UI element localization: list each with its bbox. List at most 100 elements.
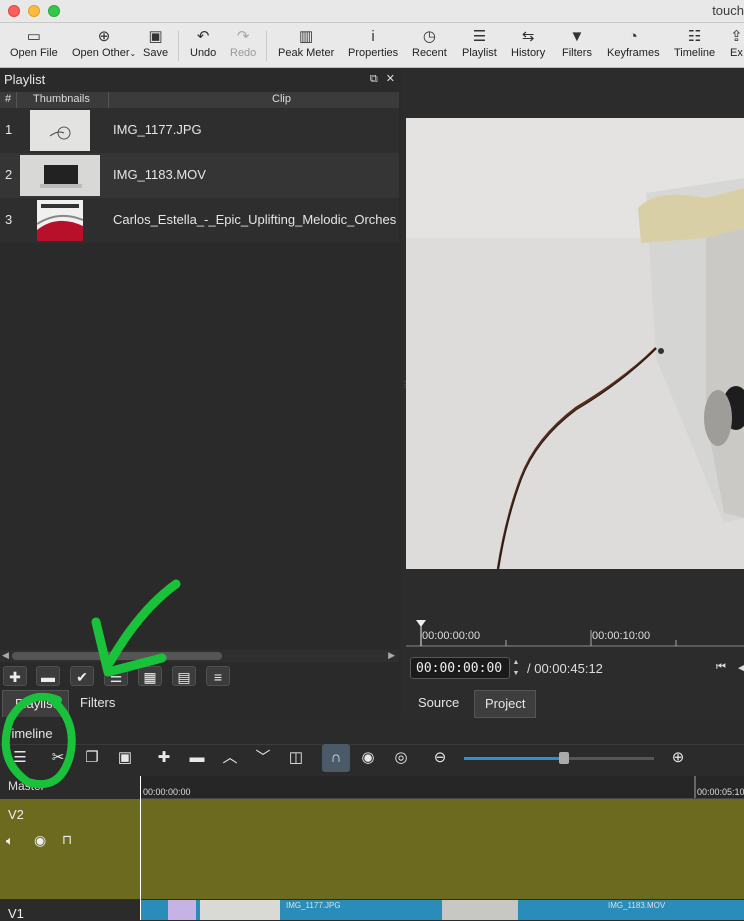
ruler-label-10s: 00:00:10:00 — [592, 630, 651, 642]
history-button[interactable]: ⇆ History — [511, 27, 545, 59]
eye-icon: ◉ — [361, 749, 375, 766]
spin-down-icon[interactable]: ▼ — [510, 668, 522, 679]
open-other-button[interactable]: ⊕ Open Other⌄ — [72, 27, 136, 59]
zoom-in-icon: ⊕ — [671, 749, 685, 766]
timeline-ruler-label-later: 00:00:05:10 — [697, 787, 744, 797]
clip-thumbnail — [20, 155, 100, 196]
recent-button[interactable]: ◷ Recent — [412, 27, 447, 59]
clock-icon: ◷ — [422, 28, 436, 45]
funnel-icon: ▼ — [569, 28, 585, 45]
undo-button[interactable]: ↶ Undo — [190, 27, 216, 59]
playlist-title: Playlist — [4, 72, 46, 87]
keyframes-button[interactable]: ◔ Keyframes — [607, 27, 660, 59]
save-icon: ▣ — [148, 28, 163, 45]
lock-icon[interactable]: ⊓ — [62, 832, 72, 848]
toolbar-separator — [178, 31, 179, 61]
export-button[interactable]: ⇪ Ex — [730, 27, 743, 59]
zoom-slider-handle[interactable] — [559, 752, 569, 764]
snap-button[interactable]: ∩ — [322, 744, 350, 772]
timeline-ruler[interactable]: 00:00:00:00 00:00:05:10 — [140, 776, 744, 799]
zoom-out-button[interactable]: ⊖ — [426, 744, 454, 772]
spin-up-icon[interactable]: ▲ — [510, 657, 522, 668]
timeline-ruler-ticks — [694, 776, 696, 798]
close-window-button[interactable] — [8, 5, 20, 17]
timecode-field[interactable]: 00:00:00:00 — [410, 657, 510, 679]
undo-icon: ↶ — [196, 28, 210, 45]
v1-clip-label-1: IMG_1177.JPG — [286, 901, 341, 910]
playlist-row[interactable]: 2 IMG_1183.MOV — [0, 153, 399, 198]
list-icon: ☰ — [472, 28, 487, 45]
zoom-in-button[interactable]: ⊕ — [664, 744, 692, 772]
panel-controls: ⧉ ✕ — [362, 72, 395, 86]
track-name-v1: V1 — [8, 906, 24, 921]
column-number[interactable]: # — [5, 93, 11, 105]
scroll-right-arrow-icon[interactable]: ▶ — [388, 650, 395, 661]
ripple-button[interactable]: ◎ — [387, 744, 415, 772]
tab-source[interactable]: Source — [408, 690, 469, 716]
info-icon: i — [371, 28, 375, 45]
chevron-down-icon: ﹀ — [255, 749, 271, 766]
track-v1[interactable]: IMG_1177.JPG IMG_1183.MOV — [140, 900, 744, 920]
split-button[interactable]: ◫ — [282, 744, 310, 772]
video-frame — [406, 118, 744, 569]
scrub-button[interactable]: ◉ — [354, 744, 382, 772]
playlist-menu-button[interactable]: ≡ — [206, 666, 230, 686]
properties-button[interactable]: i Properties — [348, 27, 398, 59]
playlist-button[interactable]: ☰ Playlist — [462, 27, 497, 59]
zoom-slider-fill — [464, 757, 564, 760]
v1-clip-label-2: IMG_1183.MOV — [608, 901, 666, 910]
minimize-window-button[interactable] — [28, 5, 40, 17]
history-icon: ⇆ — [521, 28, 535, 45]
peak-meter-button[interactable]: ▥ Peak Meter — [278, 27, 334, 59]
ruler-label-start: 00:00:00:00 — [422, 630, 481, 642]
magnet-icon: ∩ — [330, 749, 342, 766]
window-title: touch — [712, 3, 744, 18]
rewind-icon[interactable]: ◀ — [738, 661, 744, 674]
window-titlebar: touch — [0, 0, 744, 23]
clip-thumbnail-strip — [442, 900, 518, 920]
track-v2[interactable]: V2 🔈︎ ◉ ⊓ — [0, 799, 744, 899]
float-panel-icon[interactable]: ⧉ — [370, 73, 378, 85]
clip-thumbnail-strip — [200, 900, 280, 920]
save-button[interactable]: ▣ Save — [143, 27, 168, 59]
open-other-icon: ⊕ — [97, 28, 111, 45]
panel-splitter[interactable]: ⋮ — [401, 380, 409, 410]
main-toolbar: ▭ Open File ⊕ Open Other⌄ ▣ Save ↶ Undo … — [0, 23, 744, 68]
tab-project[interactable]: Project — [474, 690, 537, 718]
zoom-window-button[interactable] — [48, 5, 60, 17]
toolbar-separator — [266, 31, 267, 61]
timeline-icon: ☷ — [687, 28, 702, 45]
split-icon: ◫ — [288, 749, 304, 766]
total-duration: / 00:00:45:12 — [527, 661, 603, 676]
redo-button[interactable]: ↷ Redo — [230, 27, 256, 59]
transition-clip[interactable] — [168, 900, 196, 920]
close-panel-icon[interactable]: ✕ — [386, 73, 395, 85]
playlist-header: # Thumbnails Clip — [0, 92, 399, 109]
annotation-overlay — [1, 579, 181, 789]
redo-icon: ↷ — [236, 28, 250, 45]
peak-meter-icon: ▥ — [299, 28, 314, 45]
clip-thumbnail — [30, 110, 90, 151]
ripple-icon: ◎ — [394, 749, 408, 766]
zoom-out-icon: ⊖ — [433, 749, 447, 766]
menu-icon: ≡ — [213, 669, 223, 685]
mute-icon[interactable]: 🔈︎ — [6, 833, 14, 849]
filters-button[interactable]: ▼ Filters — [562, 27, 592, 59]
eye-icon[interactable]: ◉ — [34, 832, 46, 849]
zoom-slider[interactable] — [464, 752, 654, 764]
chevron-up-icon: ︿ — [222, 749, 238, 766]
skip-to-start-icon[interactable]: ⏮ — [716, 661, 726, 674]
playlist-row[interactable]: 1 IMG_1177.JPG — [0, 108, 399, 153]
clip-thumbnail — [37, 200, 83, 241]
track-header-v1[interactable]: V1 — [0, 900, 140, 921]
column-thumbnails[interactable]: Thumbnails — [33, 93, 90, 105]
lift-button[interactable]: ︿ — [216, 744, 244, 772]
timecode-spinner[interactable]: ▲ ▼ — [510, 657, 522, 679]
playlist-row[interactable]: 3 Carlos_Estella_-_Epic_Uplifting_Melodi… — [0, 198, 399, 243]
overwrite-button[interactable]: ﹀ — [249, 744, 277, 772]
folder-icon: ▭ — [26, 28, 41, 45]
viewer-ruler[interactable]: 00:00:00:00 00:00:10:00 — [406, 618, 744, 648]
open-file-button[interactable]: ▭ Open File — [10, 27, 58, 59]
timeline-button[interactable]: ☷ Timeline — [674, 27, 715, 59]
column-clip[interactable]: Clip — [272, 93, 291, 105]
